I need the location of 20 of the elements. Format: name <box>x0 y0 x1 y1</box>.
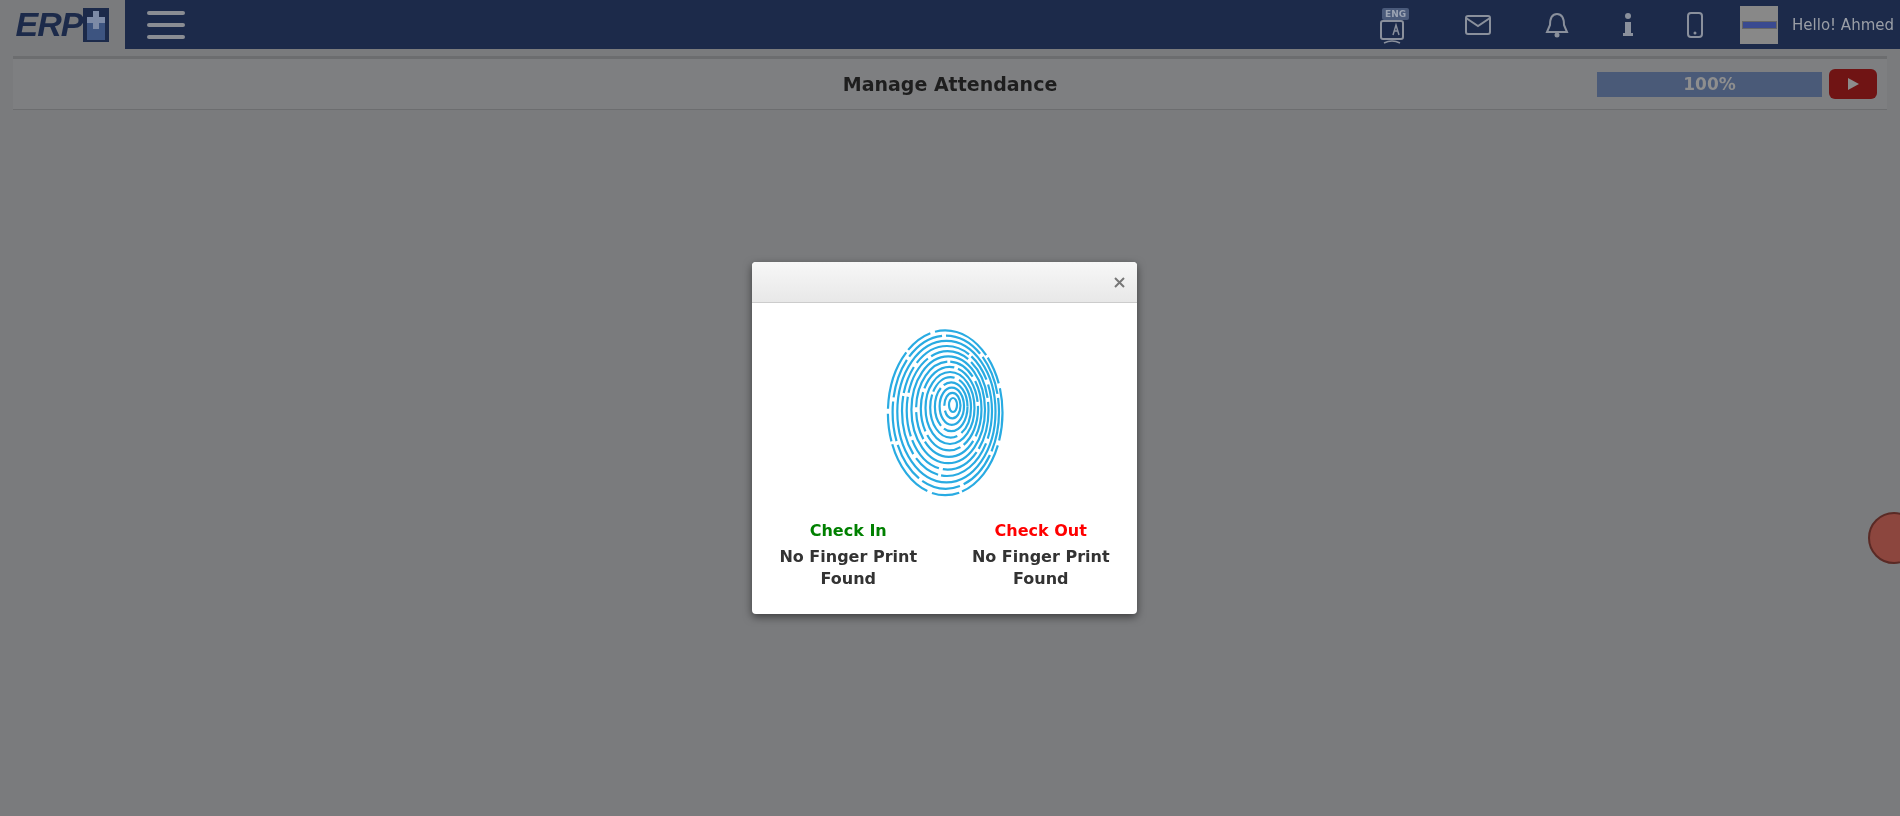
progress-reading: 100% <box>1682 73 1737 96</box>
translate-icon <box>1380 18 1405 45</box>
fingerprint-status: No Finger Print Found <box>778 546 919 591</box>
language-button[interactable]: ENG <box>1376 4 1409 45</box>
logo-text: ERP <box>15 5 83 44</box>
info-icon[interactable] <box>1623 12 1634 37</box>
video-play-button[interactable] <box>1829 69 1877 99</box>
attendance-label: Check Out <box>994 521 1087 540</box>
attendance-label: Check In <box>809 521 887 540</box>
plus-box-icon <box>83 7 110 42</box>
close-icon[interactable] <box>1114 276 1125 288</box>
mobile-phone-icon[interactable] <box>1687 11 1704 38</box>
fingerprint-status: No Finger Print Found <box>970 546 1111 591</box>
mail-icon[interactable] <box>1465 14 1492 35</box>
bell-icon[interactable] <box>1545 11 1570 38</box>
language-badge: ENG <box>1382 7 1410 20</box>
user-greeting[interactable]: Hello! Ahmed <box>1792 15 1894 34</box>
play-icon <box>1847 78 1859 90</box>
page-title: Manage Attendance <box>842 73 1058 95</box>
avatar-image[interactable] <box>1740 5 1779 44</box>
